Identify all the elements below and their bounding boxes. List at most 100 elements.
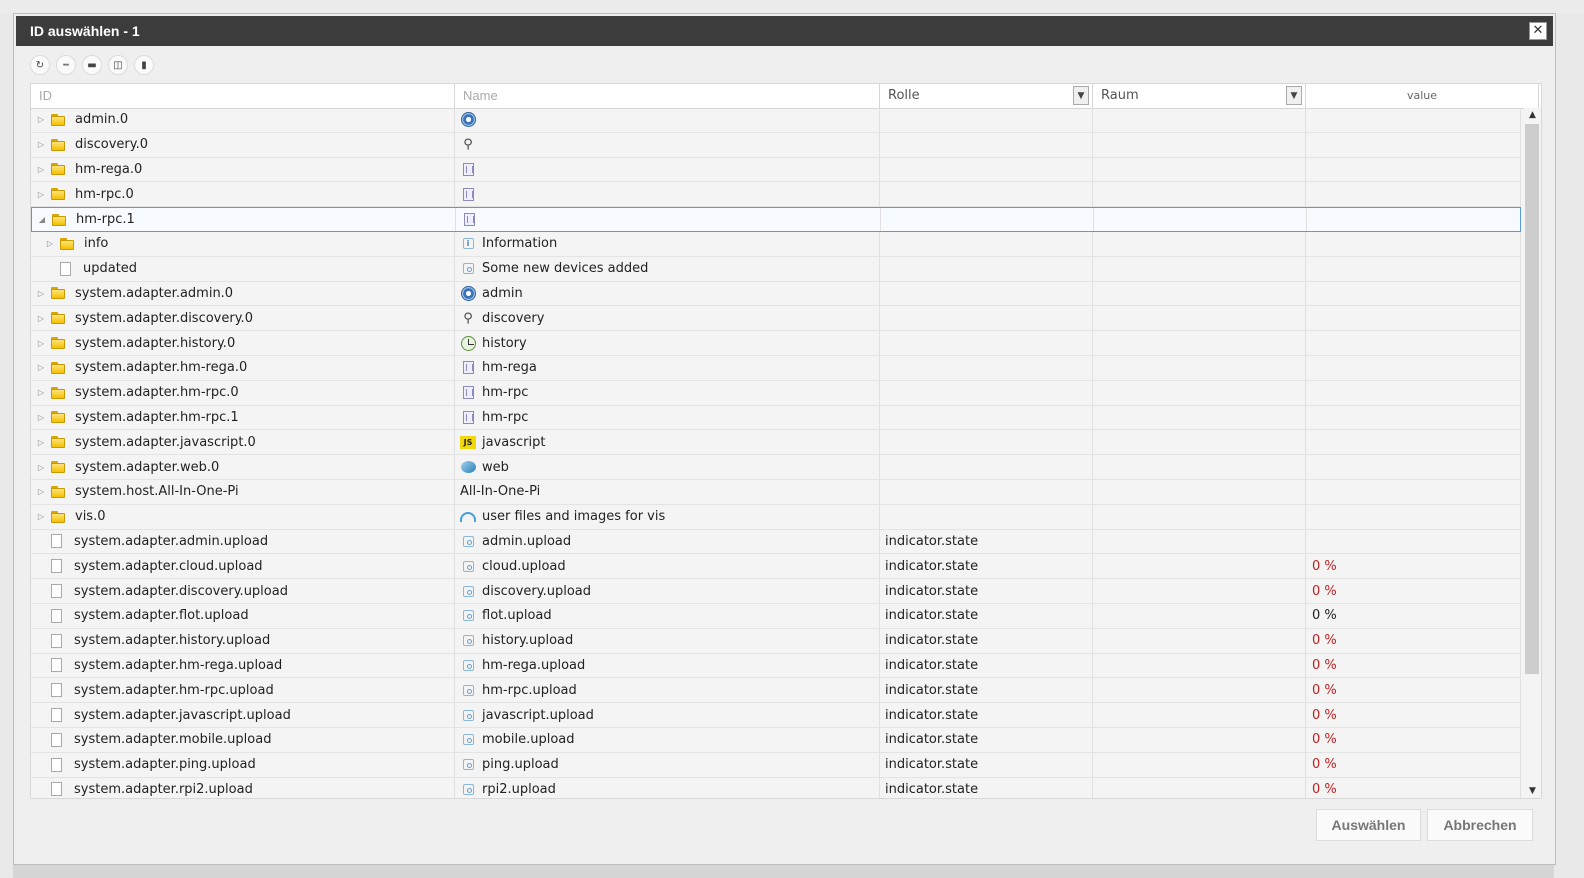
name-cell: history: [455, 331, 880, 355]
table-row[interactable]: ▷ vis.0 user files and images for vis: [31, 504, 1521, 530]
scroll-down-icon[interactable]: ▼: [1524, 784, 1541, 798]
background-app-right: [1554, 14, 1584, 878]
object-name: user files and images for vis: [482, 509, 666, 525]
table-row[interactable]: ▷ admin.0: [31, 108, 1521, 133]
expand-toggle-icon[interactable]: ▷: [44, 239, 56, 248]
table-row[interactable]: ▷ system.host.All-In-One-Pi All-In-One-Pi: [31, 479, 1521, 505]
name-filter-input[interactable]: Name: [455, 84, 880, 108]
refresh-icon[interactable]: ↻: [30, 55, 50, 75]
table-row[interactable]: ▷ system.adapter.discovery.0 ⚲ discovery: [31, 306, 1521, 332]
table-row[interactable]: ▷ discovery.0 ⚲: [31, 132, 1521, 158]
hm-icon: [461, 212, 477, 228]
close-button[interactable]: ✕: [1529, 22, 1547, 40]
expand-toggle-icon[interactable]: ▷: [35, 165, 47, 174]
expand-toggle-icon[interactable]: ▷: [35, 363, 47, 372]
expand-toggle-icon[interactable]: ▷: [35, 487, 47, 496]
value-cell: [1306, 256, 1521, 281]
object-id: vis.0: [75, 509, 106, 525]
value-cell: [1306, 182, 1521, 207]
name-cell: discovery.upload: [455, 579, 880, 603]
room-filter-select[interactable]: Raum ▼: [1093, 84, 1306, 108]
select-button[interactable]: Auswählen: [1316, 809, 1421, 841]
folder-icon: [51, 461, 65, 474]
room-cell: [1093, 306, 1306, 331]
value-cell: 0 %: [1306, 579, 1521, 603]
folder-icon: [51, 411, 65, 424]
table-row[interactable]: system.adapter.hm-rpc.upload hm-rpc.uploa…: [31, 678, 1521, 704]
expand-toggle-icon[interactable]: ▷: [35, 463, 47, 472]
table-row[interactable]: ▷ system.adapter.javascript.0 JS javascript: [31, 430, 1521, 456]
expand-toggle-icon[interactable]: ▷: [35, 388, 47, 397]
cancel-button[interactable]: Abbrechen: [1427, 809, 1533, 841]
room-cell: [1093, 479, 1306, 504]
object-id: info: [84, 236, 109, 252]
hm-icon-glyph: [463, 213, 475, 227]
list-icon[interactable]: ┅: [56, 55, 76, 75]
object-name: All-In-One-Pi: [460, 484, 541, 500]
table-row[interactable]: ▷ system.adapter.web.0 web: [31, 455, 1521, 480]
object-id: system.adapter.mobile.upload: [74, 732, 272, 748]
folder-icon: [51, 337, 65, 350]
object-id: hm-rpc.0: [75, 186, 134, 202]
value-cell: 0 %: [1306, 777, 1521, 798]
folder-icon: [51, 138, 65, 151]
table-row[interactable]: ▷ system.adapter.hm-rega.0 hm-rega: [31, 355, 1521, 381]
table-row[interactable]: system.adapter.javascript.upload javascri…: [31, 703, 1521, 728]
table-row[interactable]: ▷ system.adapter.hm-rpc.1 hm-rpc: [31, 405, 1521, 431]
folder-collapse-icon[interactable]: ▬: [82, 55, 102, 75]
name-cell: user files and images for vis: [455, 504, 880, 529]
folder-expand-icon[interactable]: ◫: [108, 55, 128, 75]
table-row[interactable]: ◢ hm-rpc.1: [31, 207, 1521, 232]
object-name: admin.upload: [482, 533, 572, 549]
expand-toggle-icon[interactable]: ▷: [35, 413, 47, 422]
role-filter-select[interactable]: Rolle ▼: [880, 84, 1093, 108]
table-row[interactable]: system.adapter.flot.upload flot.upload ind…: [31, 603, 1521, 629]
columns-icon[interactable]: ▮: [134, 55, 154, 75]
value-cell: [1306, 331, 1521, 355]
chevron-down-icon[interactable]: ▼: [1286, 86, 1302, 105]
table-row[interactable]: ▷ hm-rega.0: [31, 157, 1521, 183]
object-name: Information: [482, 236, 558, 252]
table-row[interactable]: updated Some new devices added: [31, 256, 1521, 282]
table-row[interactable]: system.adapter.hm-rega.upload hm-rega.upl…: [31, 653, 1521, 679]
table-row[interactable]: ▷ system.adapter.admin.0 admin: [31, 281, 1521, 307]
scrollbar-thumb[interactable]: [1525, 124, 1539, 674]
id-cell: ▷ system.adapter.hm-rega.0: [31, 355, 455, 380]
expand-toggle-icon[interactable]: ▷: [35, 115, 47, 124]
table-row[interactable]: ▷ info i Information: [31, 231, 1521, 257]
room-cell: [1093, 355, 1306, 380]
expand-toggle-icon[interactable]: ▷: [35, 438, 47, 447]
expand-toggle-icon[interactable]: ▷: [35, 190, 47, 199]
hm-icon-glyph: [462, 187, 474, 201]
expand-toggle-icon[interactable]: ▷: [35, 314, 47, 323]
room-cell: [1093, 281, 1306, 306]
table-row[interactable]: ▷ system.adapter.history.0 history: [31, 331, 1521, 356]
collapse-toggle-icon[interactable]: ◢: [36, 215, 48, 224]
table-row[interactable]: system.adapter.discovery.upload discovery…: [31, 579, 1521, 604]
vertical-scrollbar[interactable]: ▲ ▼: [1524, 108, 1541, 798]
history-icon: [460, 335, 476, 351]
scroll-up-icon[interactable]: ▲: [1524, 108, 1541, 122]
expand-toggle-icon[interactable]: ▷: [35, 140, 47, 149]
table-row[interactable]: system.adapter.admin.upload admin.upload i…: [31, 529, 1521, 555]
table-row[interactable]: system.adapter.history.upload history.upl…: [31, 628, 1521, 654]
object-id: system.adapter.javascript.upload: [74, 707, 291, 723]
object-name: Some new devices added: [482, 261, 649, 277]
table-row[interactable]: system.adapter.ping.upload ping.upload ind…: [31, 752, 1521, 778]
table-row[interactable]: system.adapter.cloud.upload cloud.upload i…: [31, 554, 1521, 580]
chevron-down-icon[interactable]: ▼: [1073, 86, 1089, 105]
discovery-icon-glyph: ⚲: [463, 310, 473, 326]
expand-toggle-icon[interactable]: ▷: [35, 339, 47, 348]
role-cell: indicator.state: [880, 653, 1093, 678]
grid-header: ID Name Rolle ▼ Raum ▼ value: [31, 84, 1541, 109]
expand-toggle-icon[interactable]: ▷: [35, 289, 47, 298]
id-filter-input[interactable]: ID: [31, 84, 455, 108]
state-icon: [460, 261, 476, 277]
role-cell: [880, 108, 1093, 132]
table-row[interactable]: system.adapter.rpi2.upload rpi2.upload ind…: [31, 777, 1521, 798]
table-row[interactable]: ▷ hm-rpc.0: [31, 182, 1521, 208]
role-cell: indicator.state: [880, 678, 1093, 703]
table-row[interactable]: system.adapter.mobile.upload mobile.uploa…: [31, 727, 1521, 753]
expand-toggle-icon[interactable]: ▷: [35, 512, 47, 521]
table-row[interactable]: ▷ system.adapter.hm-rpc.0 hm-rpc: [31, 380, 1521, 406]
